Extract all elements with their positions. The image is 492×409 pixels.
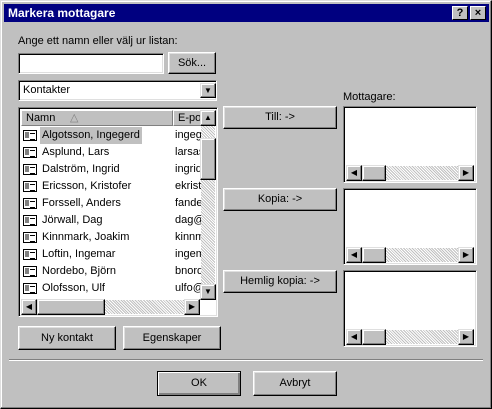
chevron-down-icon[interactable]: ▼ [200, 83, 216, 98]
contact-card-icon [23, 283, 37, 294]
separator [9, 359, 483, 361]
address-book-selected: Kontakter [23, 84, 71, 96]
new-contact-button[interactable]: Ny kontakt [18, 326, 116, 350]
scroll-down-icon[interactable]: ▼ [200, 284, 216, 300]
cancel-button[interactable]: Avbryt [253, 371, 337, 396]
contact-card-icon [23, 130, 37, 141]
contact-list-viewport: Namn △ E-post Algotsson, Ingegerd ingege… [21, 110, 201, 300]
contact-row[interactable]: Ericsson, Kristofer ekristo [21, 178, 201, 195]
contact-card-icon [23, 215, 37, 226]
sort-ascending-icon: △ [70, 112, 79, 124]
contact-row[interactable]: Jörwall, Dag dag@ [21, 212, 201, 229]
horizontal-scroll-thumb[interactable] [362, 329, 386, 345]
scroll-left-icon[interactable]: ◀ [21, 299, 37, 315]
scroll-left-icon[interactable]: ◀ [346, 247, 362, 263]
vertical-scroll-thumb[interactable] [200, 138, 216, 180]
help-button[interactable]: ? [452, 6, 468, 20]
contact-row[interactable]: Dalström, Ingrid ingrid [21, 161, 201, 178]
contact-card-icon [23, 249, 37, 260]
close-button[interactable]: × [470, 6, 486, 20]
contact-row[interactable]: Kinnmark, Joakim kinnm [21, 229, 201, 246]
column-header-name[interactable]: Namn △ [21, 110, 173, 126]
search-button[interactable]: Sök... [168, 52, 216, 74]
contact-row[interactable]: Nordebo, Björn bnorde [21, 263, 201, 280]
horizontal-scroll-thumb[interactable] [37, 299, 105, 315]
contact-card-icon [23, 147, 37, 158]
ok-button[interactable]: OK [157, 371, 241, 396]
scroll-up-icon[interactable]: ▲ [200, 110, 216, 126]
search-input[interactable] [18, 53, 164, 74]
column-header-email[interactable]: E-post [173, 110, 201, 126]
contact-row[interactable]: Asplund, Lars larsasp [21, 144, 201, 161]
scroll-right-icon[interactable]: ▶ [458, 165, 474, 181]
window-title: Markera mottagare [8, 6, 116, 20]
to-recipients-list[interactable]: ◀ ▶ [343, 106, 477, 183]
scroll-right-icon[interactable]: ▶ [184, 299, 200, 315]
contact-card-icon [23, 181, 37, 192]
search-prompt: Ange ett namn eller välj ur listan: [18, 35, 178, 47]
title-bar: Markera mottagare ? × [4, 4, 489, 22]
dialog-window: Markera mottagare ? × Ange ett namn elle… [0, 0, 492, 409]
contact-card-icon [23, 232, 37, 243]
contact-card-icon [23, 164, 37, 175]
horizontal-scroll-thumb[interactable] [362, 165, 386, 181]
contact-row[interactable]: Olofsson, Ulf ulfo@ [21, 280, 201, 297]
contact-card-icon [23, 198, 37, 209]
add-cc-button[interactable]: Kopia: -> [223, 188, 337, 211]
contact-row[interactable]: Algotsson, Ingegerd ingegerd [21, 127, 201, 144]
add-to-button[interactable]: Till: -> [223, 106, 337, 129]
horizontal-scroll-thumb[interactable] [362, 247, 386, 263]
scroll-right-icon[interactable]: ▶ [458, 329, 474, 345]
contact-list[interactable]: Namn △ E-post Algotsson, Ingegerd ingege… [18, 107, 218, 317]
contact-card-icon [23, 266, 37, 277]
bcc-recipients-list[interactable]: ◀ ▶ [343, 270, 477, 347]
address-book-select[interactable]: Kontakter ▼ [18, 80, 217, 101]
scroll-right-icon[interactable]: ▶ [458, 247, 474, 263]
contact-row[interactable]: Forssell, Anders fanders [21, 195, 201, 212]
recipients-label: Mottagare: [343, 91, 396, 103]
add-bcc-button[interactable]: Hemlig kopia: -> [223, 270, 337, 293]
cc-recipients-list[interactable]: ◀ ▶ [343, 188, 477, 265]
scroll-left-icon[interactable]: ◀ [346, 165, 362, 181]
properties-button[interactable]: Egenskaper [123, 326, 221, 350]
scroll-left-icon[interactable]: ◀ [346, 329, 362, 345]
contact-row[interactable]: Loftin, Ingemar ingem [21, 246, 201, 263]
